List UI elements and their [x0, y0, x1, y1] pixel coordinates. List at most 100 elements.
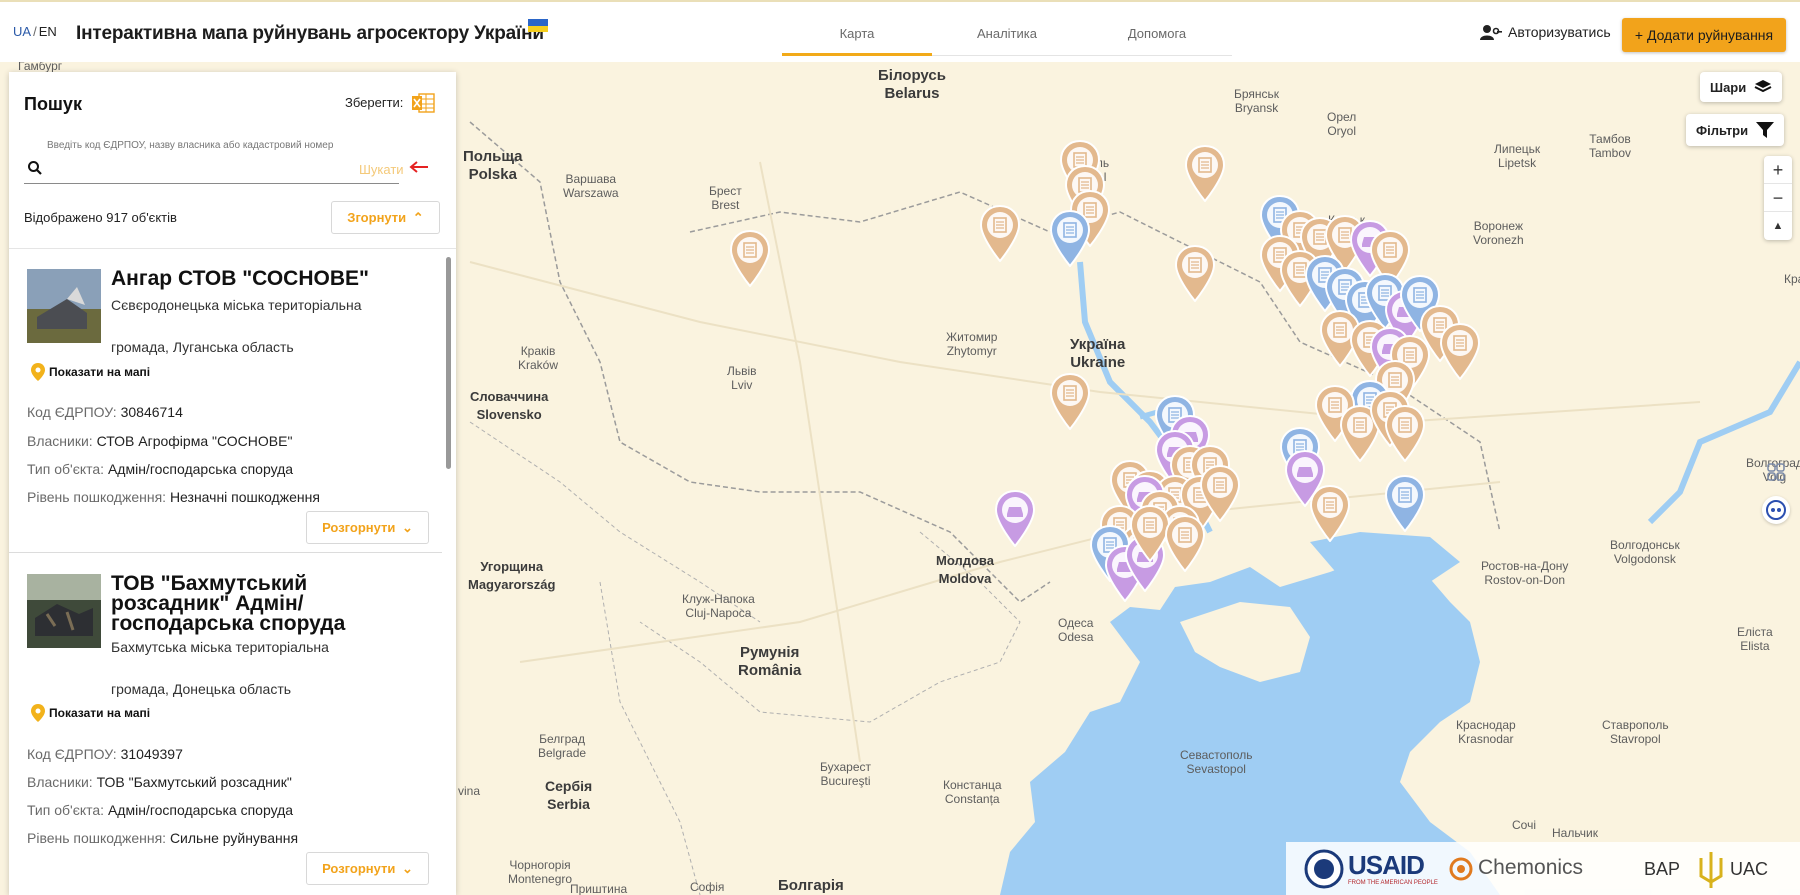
- city-label: Чорногорія Montenegro: [508, 858, 573, 886]
- uac-logo: UAC: [1730, 859, 1769, 879]
- map-pin-icon: [31, 704, 45, 722]
- city-label: Житомир Zhytomyr: [946, 330, 998, 358]
- code-key: Код ЄДРПОУ:: [27, 404, 117, 420]
- city-label: Волгодонськ Volgodonsk: [1610, 538, 1680, 566]
- excel-icon[interactable]: [411, 92, 435, 114]
- arrow-left-icon: [409, 161, 428, 173]
- city-label: Одеса Odesa: [1058, 616, 1094, 644]
- map-pin-building-icon[interactable]: [979, 204, 1021, 263]
- search-button[interactable]: Шукати: [359, 162, 404, 177]
- chevron-down-icon: ⌄: [402, 520, 413, 535]
- show-on-map-label: Показати на мапі: [49, 365, 151, 379]
- layers-button[interactable]: Шари: [1700, 72, 1783, 102]
- owner-row: Власники: ТОВ "Бахмутський розсадник": [27, 774, 292, 790]
- tab-map[interactable]: Карта: [782, 12, 932, 56]
- ukraine-flag-icon: [528, 19, 548, 32]
- map-pin-infrastructure-icon[interactable]: [1384, 474, 1426, 533]
- save-label: Зберегти:: [345, 95, 404, 110]
- country-label: Угорщина Magyarország: [468, 559, 556, 592]
- country-label: Болгарія: [778, 877, 844, 894]
- language-switcher: UA / EN: [13, 24, 57, 39]
- city-label: Ставрополь Stavropol: [1602, 718, 1669, 746]
- country-label: Польща Polska: [463, 148, 523, 183]
- city-label: Сочі: [1512, 818, 1536, 832]
- expand-button[interactable]: Розгорнути ⌄: [306, 511, 429, 544]
- code-value: 31049397: [120, 746, 183, 762]
- user-key-icon: [1480, 25, 1502, 40]
- compass-button[interactable]: ▲: [1764, 212, 1792, 240]
- city-label: Белград Belgrade: [538, 732, 587, 760]
- city-label: Брест Brest: [709, 184, 742, 212]
- expand-label: Розгорнути: [322, 520, 396, 535]
- app-title: Інтерактивна мапа руйнувань агросектору …: [76, 23, 544, 44]
- filters-button[interactable]: Фільтри: [1686, 114, 1785, 146]
- country-label: Україна Ukraine: [1070, 336, 1126, 371]
- city-label: Львів Lviv: [727, 364, 757, 392]
- login-link[interactable]: Авторизуватись: [1480, 24, 1611, 40]
- list-item[interactable]: ТОВ "Бахмутський розсадник" Адмін/ госпо…: [9, 554, 442, 895]
- location-line: Сєвєродонецька міська територіальна: [111, 297, 362, 313]
- lang-en-link[interactable]: EN: [39, 24, 57, 39]
- search-sidebar: Пошук Зберегти: Введіть код ЄДРПОУ, назв…: [9, 72, 456, 895]
- code-key: Код ЄДРПОУ:: [27, 746, 117, 762]
- map-pin-building-icon[interactable]: [1049, 372, 1091, 431]
- map-pin-building-icon[interactable]: [1164, 514, 1206, 573]
- main-nav: Карта Аналітика Допомога: [782, 12, 1232, 56]
- owner-value: СТОВ Агрофірма "СОСНОВЕ": [96, 433, 293, 449]
- list-item[interactable]: Ангар СТОВ "СОСНОВЕ" Сєвєродонецька місь…: [9, 249, 442, 553]
- chevron-up-icon: ⌃: [412, 210, 424, 225]
- chemonics-icon: [1449, 857, 1473, 881]
- collapse-label: Згорнути: [347, 210, 407, 225]
- results-list[interactable]: Ангар СТОВ "СОСНОВЕ" Сєвєродонецька місь…: [9, 248, 456, 895]
- country-label: Молдова Moldova: [936, 553, 994, 586]
- map-pin-infrastructure-icon[interactable]: [1049, 209, 1091, 268]
- map-pin-building-icon[interactable]: [1174, 244, 1216, 303]
- object-location: Бахмутська міська територіальна громада,…: [111, 626, 431, 710]
- search-hint: Введіть код ЄДРПОУ, назву власника або к…: [47, 140, 334, 151]
- add-damage-button[interactable]: + Додати руйнування: [1622, 18, 1786, 52]
- search-input[interactable]: [50, 158, 300, 180]
- damage-row: Рівень пошкодження: Незначні пошкодження: [27, 489, 320, 505]
- layout-grid-icon[interactable]: [1762, 458, 1790, 486]
- lang-ua-link[interactable]: UA: [13, 24, 31, 39]
- map-pin-building-icon[interactable]: [1384, 404, 1426, 463]
- show-on-map-link[interactable]: Показати на мапі: [31, 704, 150, 722]
- tab-help[interactable]: Допомога: [1082, 12, 1232, 56]
- city-label: Ростов-на-Дону Rostov-on-Don: [1481, 559, 1569, 587]
- city-label: Нальчик: [1552, 826, 1598, 840]
- object-photo: [27, 574, 101, 648]
- zoom-in-button[interactable]: +: [1764, 156, 1792, 184]
- city-label: Брянськ Bryansk: [1234, 87, 1280, 115]
- city-label: Кра: [1784, 272, 1800, 286]
- show-on-map-label: Показати на мапі: [49, 706, 151, 720]
- lang-separator: /: [33, 24, 37, 39]
- damage-row: Рівень пошкодження: Сильне руйнування: [27, 830, 298, 846]
- map-pin-building-icon[interactable]: [1184, 144, 1226, 203]
- map-pin-vehicle-icon[interactable]: [994, 489, 1036, 548]
- city-label: Констанца Constanța: [943, 778, 1002, 806]
- owner-key: Власники:: [27, 433, 93, 449]
- map-pin-building-icon[interactable]: [1439, 322, 1481, 381]
- usaid-logo: USAID: [1348, 850, 1425, 880]
- city-label: Клуж-Напока Cluj-Napoca: [682, 592, 755, 620]
- collapse-button[interactable]: Згорнути ⌃: [331, 201, 440, 234]
- zoom-out-button[interactable]: −: [1764, 184, 1792, 212]
- expand-button[interactable]: Розгорнути ⌄: [306, 852, 429, 885]
- show-on-map-link[interactable]: Показати на мапі: [31, 363, 150, 381]
- location-line: громада, Донецька область: [111, 681, 292, 697]
- map-pin-building-icon[interactable]: [729, 229, 771, 288]
- top-header: UA / EN Інтерактивна мапа руйнувань агросе…: [0, 0, 1800, 62]
- city-label: Софія: [690, 880, 725, 894]
- damage-value: Сильне руйнування: [169, 830, 299, 846]
- city-label: vina: [458, 784, 481, 798]
- map-pin-building-icon[interactable]: [1309, 484, 1351, 543]
- city-label: Еліста Elista: [1737, 625, 1773, 653]
- tab-analytics[interactable]: Аналітика: [932, 12, 1082, 56]
- assistant-bot-icon[interactable]: [1762, 496, 1790, 524]
- map-pin-icon: [31, 363, 45, 381]
- owner-row: Власники: СТОВ Агрофірма "СОСНОВЕ": [27, 433, 292, 449]
- city-label: Бухарест Bucureşti: [820, 760, 871, 788]
- list-scrollbar[interactable]: [446, 257, 451, 469]
- city-label: Воронеж Voronezh: [1473, 219, 1524, 247]
- chemonics-logo: Chemonics: [1478, 856, 1584, 879]
